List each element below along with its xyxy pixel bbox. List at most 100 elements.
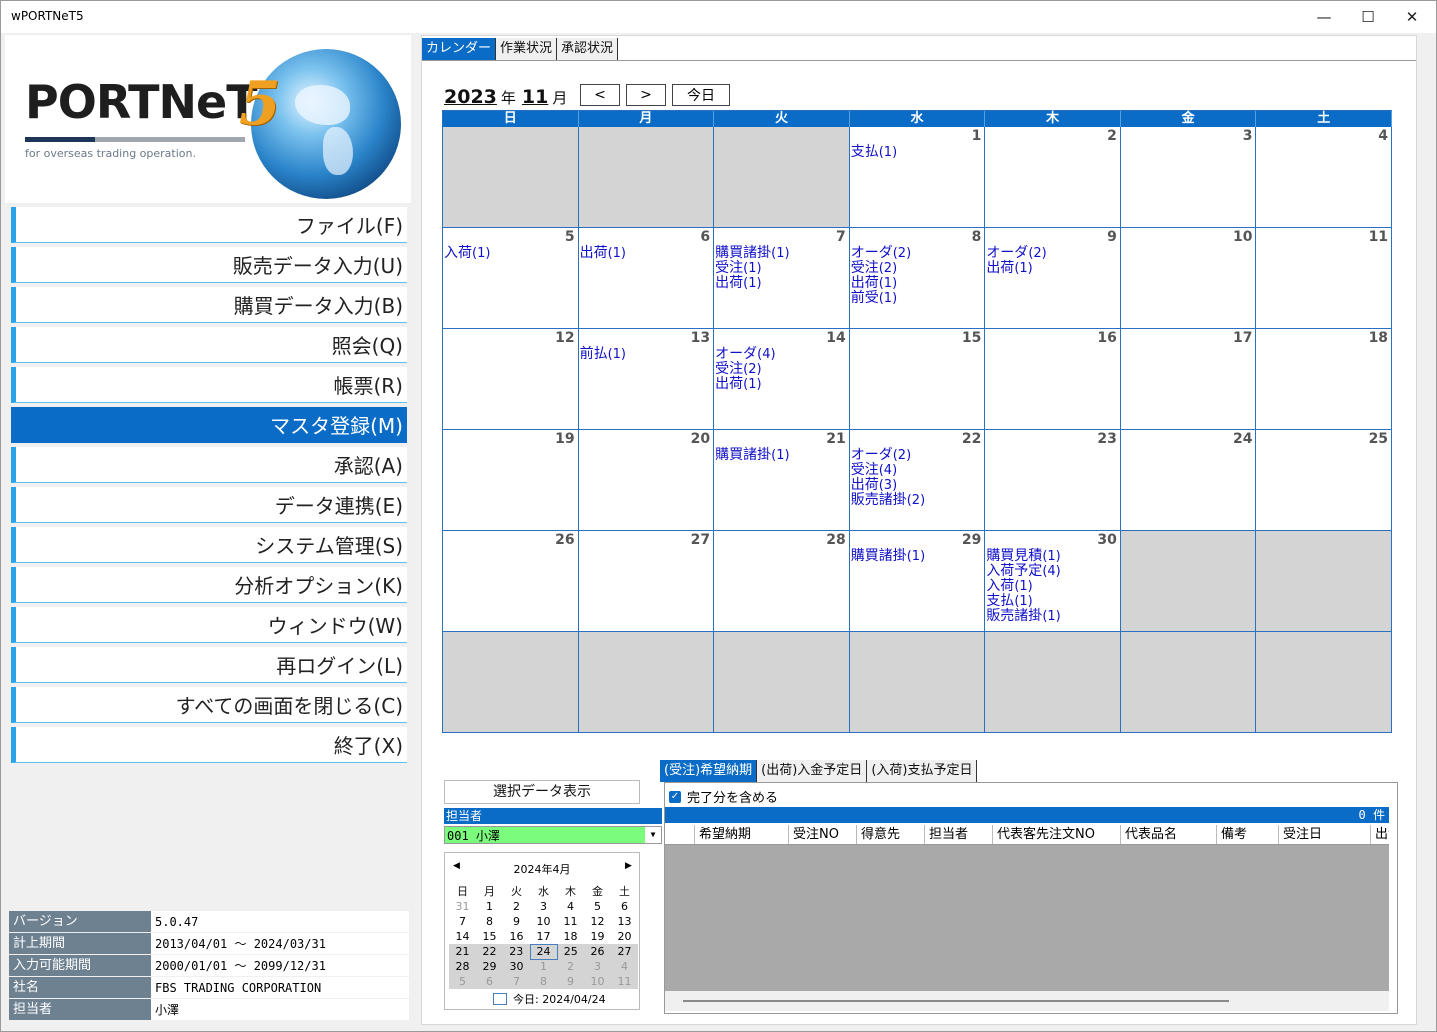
calendar-event[interactable]: オーダ(4)	[715, 347, 775, 363]
menu-item[interactable]: 照会(Q)	[11, 327, 407, 363]
tab-0[interactable]: カレンダー	[422, 38, 497, 60]
grid-column-header[interactable]: 備考	[1217, 825, 1279, 844]
include-done-checkbox[interactable]: ✓ 完了分を含める	[669, 787, 778, 806]
year-value[interactable]: 2023	[444, 86, 497, 108]
calendar-event[interactable]: オーダ(2)	[986, 246, 1046, 262]
calendar-day[interactable]: 19	[443, 430, 579, 531]
scrollbar-thumb[interactable]	[683, 1000, 1229, 1002]
mini-day[interactable]: 14	[449, 929, 476, 944]
mini-day[interactable]: 8	[476, 914, 503, 929]
mini-day[interactable]: 11	[557, 914, 584, 929]
mini-day[interactable]: 6	[611, 899, 638, 914]
mini-day[interactable]: 31	[449, 899, 476, 914]
calendar-event[interactable]: 受注(2)	[851, 261, 911, 277]
mini-day[interactable]: 3	[530, 899, 557, 914]
calendar-day[interactable]: 16	[985, 329, 1121, 430]
calendar-day[interactable]: 27	[578, 531, 715, 632]
calendar-day[interactable]: 18	[1256, 329, 1393, 430]
calendar-event[interactable]: 入荷(1)	[986, 579, 1060, 595]
calendar-event[interactable]: 入荷(1)	[444, 246, 490, 262]
mini-next-icon[interactable]: ▶	[625, 861, 632, 871]
calendar-day[interactable]: 23	[985, 430, 1121, 531]
calendar-event[interactable]: 支払(1)	[986, 594, 1060, 610]
menu-item[interactable]: 購買データ入力(B)	[11, 287, 407, 323]
calendar-day[interactable]: 3	[1120, 127, 1257, 228]
mini-day[interactable]: 22	[476, 944, 503, 959]
mini-day[interactable]: 20	[611, 929, 638, 944]
prev-month-button[interactable]: <	[580, 84, 620, 106]
show-selected-data-button[interactable]: 選択データ表示	[444, 780, 640, 804]
mini-calendar-today[interactable]: 今日: 2024/04/24	[493, 991, 606, 1007]
menu-item[interactable]: システム管理(S)	[11, 527, 407, 563]
calendar-day[interactable]: 2	[985, 127, 1121, 228]
mini-day[interactable]: 12	[584, 914, 611, 929]
menu-item[interactable]: 分析オプション(K)	[11, 567, 407, 603]
menu-item[interactable]: 販売データ入力(U)	[11, 247, 407, 283]
grid-body[interactable]	[665, 845, 1389, 991]
bottom-tab-0[interactable]: (受注)希望納期	[660, 760, 758, 782]
calendar-event[interactable]: 購買諸掛(1)	[715, 448, 789, 464]
mini-day[interactable]: 9	[503, 914, 530, 929]
calendar-event[interactable]: オーダ(2)	[851, 448, 925, 464]
grid-column-header[interactable]: 受注日	[1279, 825, 1371, 844]
menu-item[interactable]: ウィンドウ(W)	[11, 607, 407, 643]
calendar-day[interactable]: 17	[1120, 329, 1257, 430]
mini-day[interactable]: 26	[584, 944, 611, 959]
calendar-event[interactable]: 購買諸掛(1)	[851, 549, 925, 565]
close-icon[interactable]: ✕	[1389, 1, 1435, 33]
mini-day[interactable]: 19	[584, 929, 611, 944]
calendar-day[interactable]: 8 オーダ(2) 受注(2) 出荷(1) 前受(1)	[849, 228, 986, 329]
menu-item[interactable]: ファイル(F)	[11, 207, 407, 243]
menu-item[interactable]: 承認(A)	[11, 447, 407, 483]
calendar-day[interactable]: 20	[578, 430, 715, 531]
grid-column-header[interactable]: 得意先	[857, 825, 925, 844]
mini-day[interactable]: 17	[530, 929, 557, 944]
calendar-day[interactable]: 21 購買諸掛(1)	[714, 430, 850, 531]
calendar-event[interactable]: 受注(2)	[715, 362, 775, 378]
mini-day[interactable]: 2	[503, 899, 530, 914]
calendar-day[interactable]: 6 出荷(1)	[578, 228, 715, 329]
month-value[interactable]: 11	[522, 86, 548, 108]
menu-item[interactable]: 再ログイン(L)	[11, 647, 407, 683]
calendar-day[interactable]: 15	[849, 329, 986, 430]
mini-day[interactable]: 5	[584, 899, 611, 914]
menu-item[interactable]: すべての画面を閉じる(C)	[11, 687, 407, 723]
calendar-event[interactable]: 支払(1)	[851, 145, 897, 161]
mini-day[interactable]: 7	[449, 914, 476, 929]
calendar-day[interactable]: 12	[443, 329, 579, 430]
calendar-event[interactable]: 購買見積(1)	[986, 549, 1060, 565]
mini-day[interactable]: 16	[503, 929, 530, 944]
mini-day[interactable]: 21	[449, 944, 476, 959]
mini-day[interactable]: 29	[476, 959, 503, 974]
calendar-day[interactable]: 30 購買見積(1) 入荷予定(4) 入荷(1) 支払(1) 販売諸掛(1)	[985, 531, 1121, 632]
grid-column-header[interactable]: 出港	[1371, 825, 1389, 844]
calendar-event[interactable]: 販売諸掛(1)	[986, 609, 1060, 625]
mini-day[interactable]: 24	[529, 943, 558, 960]
calendar-event[interactable]: 前払(1)	[580, 347, 626, 363]
mini-day[interactable]: 13	[611, 914, 638, 929]
mini-day[interactable]: 9	[557, 974, 584, 989]
mini-day[interactable]: 8	[530, 974, 557, 989]
bottom-tab-2[interactable]: (入荷)支払予定日	[867, 760, 978, 782]
mini-day[interactable]: 1	[530, 959, 557, 974]
checkbox-checked-icon[interactable]: ✓	[669, 790, 681, 803]
mini-day[interactable]: 4	[611, 959, 638, 974]
maximize-icon[interactable]: ☐	[1345, 1, 1391, 33]
calendar-event[interactable]: 出荷(1)	[715, 276, 789, 292]
calendar-day[interactable]: 5 入荷(1)	[443, 228, 579, 329]
calendar-day[interactable]: 10	[1120, 228, 1257, 329]
calendar-event[interactable]: 出荷(1)	[851, 276, 911, 292]
mini-day[interactable]: 5	[449, 974, 476, 989]
mini-day[interactable]: 28	[449, 959, 476, 974]
mini-day[interactable]: 30	[503, 959, 530, 974]
calendar-day[interactable]: 29 購買諸掛(1)	[849, 531, 986, 632]
dropdown-arrow-icon[interactable]: ▼	[645, 827, 661, 843]
calendar-day[interactable]: 9 オーダ(2) 出荷(1)	[985, 228, 1121, 329]
calendar-event[interactable]: 入荷予定(4)	[986, 564, 1060, 580]
calendar-event[interactable]: 前受(1)	[851, 291, 911, 307]
mini-day[interactable]: 6	[476, 974, 503, 989]
calendar-event[interactable]: 出荷(1)	[715, 377, 775, 393]
mini-day[interactable]: 4	[557, 899, 584, 914]
tab-2[interactable]: 承認状況	[557, 38, 619, 60]
minimize-icon[interactable]: —	[1301, 1, 1347, 33]
